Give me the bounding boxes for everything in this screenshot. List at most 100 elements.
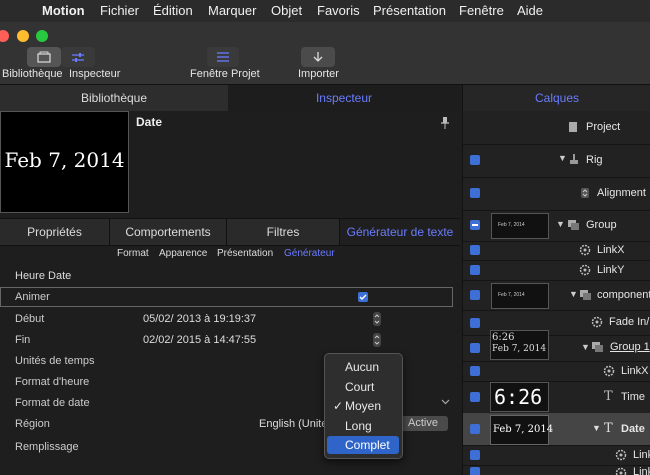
linkx-checkbox[interactable] — [470, 245, 480, 255]
group1-checkbox[interactable] — [470, 343, 480, 353]
tab-comportements[interactable]: Comportements — [110, 219, 227, 245]
option-court[interactable]: Court — [327, 378, 399, 396]
menu-fichier[interactable]: Fichier — [100, 3, 139, 18]
pin-icon[interactable] — [440, 116, 450, 130]
menu-bar: Motion Fichier Édition Marquer Objet Fav… — [0, 0, 650, 23]
tab-inspecteur[interactable]: Inspecteur — [228, 85, 460, 111]
menu-marquer[interactable]: Marquer — [208, 3, 256, 18]
layer-project[interactable]: Project — [463, 111, 650, 145]
layer-date[interactable]: Feb 7, 2014 ▼ T Date — [463, 413, 650, 446]
linkx2-checkbox[interactable] — [470, 366, 480, 376]
fin-value[interactable]: 02/02/ 2015 à 14:47:55 — [143, 334, 256, 346]
rig-checkbox[interactable] — [470, 155, 480, 165]
layer-linkx2[interactable]: LinkX — [463, 361, 650, 382]
disclosure-triangle-icon[interactable]: ▼ — [569, 289, 578, 299]
debut-value[interactable]: 05/02/ 2013 à 19:19:37 — [143, 313, 256, 325]
link-a-checkbox[interactable] — [470, 450, 480, 460]
tab-presentation[interactable]: Présentation — [217, 248, 273, 259]
alignment-checkbox[interactable] — [470, 188, 480, 198]
gear-icon — [579, 264, 591, 276]
gear-icon — [615, 467, 627, 475]
layer-link-b[interactable]: Link — [463, 465, 650, 475]
menu-presentation[interactable]: Présentation — [373, 3, 446, 18]
option-long[interactable]: Long — [327, 417, 399, 435]
debut-stepper-icon[interactable] — [373, 312, 381, 326]
menu-edition[interactable]: Édition — [153, 3, 193, 18]
text-layer-icon: T — [604, 421, 613, 436]
layer-alignment[interactable]: Alignment — [463, 177, 650, 211]
time-checkbox[interactable] — [470, 392, 480, 402]
sliders-icon — [72, 53, 84, 62]
fenetre-projet-button[interactable] — [207, 47, 239, 67]
chevron-down-icon[interactable] — [441, 399, 450, 405]
active-button[interactable]: Active — [398, 416, 448, 431]
group1-thumbnail: 6:26 Feb 7, 2014 — [490, 330, 549, 360]
menu-aide[interactable]: Aide — [517, 3, 543, 18]
fin-stepper-icon[interactable] — [373, 333, 381, 347]
option-moyen: Moyen — [345, 399, 382, 413]
menu-app[interactable]: Motion — [42, 3, 85, 18]
layer-time[interactable]: 6:26 T Time — [463, 381, 650, 414]
left-pane-tabs: Bibliothèque Inspecteur — [0, 85, 460, 111]
inspecteur-button[interactable] — [61, 47, 95, 67]
disclosure-triangle-icon[interactable]: ▼ — [556, 219, 565, 229]
tab-apparence[interactable]: Apparence — [159, 248, 207, 259]
gear-icon — [603, 365, 615, 377]
format-date-dropdown: Aucun Court ✓ Moyen Long Complet — [324, 353, 403, 459]
region-label: Région — [15, 418, 50, 430]
tab-format[interactable]: Format — [117, 248, 149, 259]
tab-calques[interactable]: Calques — [463, 85, 650, 111]
menu-fenetre[interactable]: Fenêtre — [459, 3, 504, 18]
remplissage-label: Remplissage — [15, 441, 79, 453]
region-value[interactable]: English (Unite — [259, 418, 327, 430]
minimize-window-button[interactable] — [17, 30, 29, 42]
importer-label: Importer — [298, 68, 339, 80]
bibliotheque-button[interactable] — [27, 47, 61, 67]
disclosure-triangle-icon[interactable]: ▼ — [592, 423, 601, 433]
close-window-button[interactable] — [0, 30, 9, 42]
option-aucun[interactable]: Aucun — [327, 358, 399, 376]
component-thumbnail: Feb 7, 2014 — [491, 283, 549, 309]
tab-generateur[interactable]: Générateur — [284, 248, 335, 259]
group-icon — [568, 220, 579, 230]
option-moyen-row[interactable]: ✓ Moyen — [327, 397, 399, 415]
zoom-window-button[interactable] — [36, 30, 48, 42]
format-date-label: Format de date — [15, 397, 90, 409]
importer-button[interactable] — [301, 47, 335, 67]
tab-filtres[interactable]: Filtres — [227, 219, 340, 245]
preview-text: Feb 7, 2014 — [4, 148, 125, 172]
tab-bibliotheque[interactable]: Bibliothèque — [0, 85, 228, 111]
disclosure-triangle-icon[interactable]: ▼ — [581, 342, 590, 352]
layer-group1[interactable]: 6:26 Feb 7, 2014 ▼ Group 1 — [463, 330, 650, 362]
layer-component[interactable]: Feb 7, 2014 ▼ component — [463, 280, 650, 311]
layer-link-a[interactable]: Link — [463, 445, 650, 466]
tab-generateur-texte[interactable]: Générateur de texte — [340, 219, 460, 245]
format-heure-label: Format d'heure — [15, 376, 90, 388]
unites-label: Unités de temps — [15, 355, 95, 367]
layer-group[interactable]: Feb 7, 2014 ▼ Group — [463, 210, 650, 242]
inspecteur-label: Inspecteur — [69, 68, 121, 80]
menu-favoris[interactable]: Favoris — [317, 3, 360, 18]
gear-icon — [579, 244, 591, 256]
section-title: Heure Date — [15, 270, 72, 282]
list-icon — [217, 52, 229, 62]
linky-checkbox[interactable] — [470, 265, 480, 275]
library-icon — [37, 51, 51, 63]
component-checkbox[interactable] — [470, 290, 480, 300]
gear-icon — [591, 316, 603, 328]
disclosure-triangle-icon[interactable]: ▼ — [558, 153, 567, 163]
layer-rig[interactable]: ▼ Rig — [463, 144, 650, 178]
widget-icon — [581, 188, 589, 198]
group-checkbox[interactable] — [470, 220, 480, 230]
checkmark-icon: ✓ — [333, 399, 344, 413]
date-checkbox[interactable] — [470, 424, 480, 434]
option-complet[interactable]: Complet — [327, 436, 399, 454]
time-thumbnail: 6:26 — [490, 382, 549, 412]
tab-proprietes[interactable]: Propriétés — [0, 219, 110, 245]
fade-checkbox[interactable] — [470, 318, 480, 328]
animer-checkbox[interactable] — [358, 292, 368, 302]
link-b-checkbox[interactable] — [470, 467, 480, 475]
layer-linky[interactable]: LinkY — [463, 260, 650, 281]
layer-linkx[interactable]: LinkX — [463, 241, 650, 261]
menu-objet[interactable]: Objet — [271, 3, 302, 18]
